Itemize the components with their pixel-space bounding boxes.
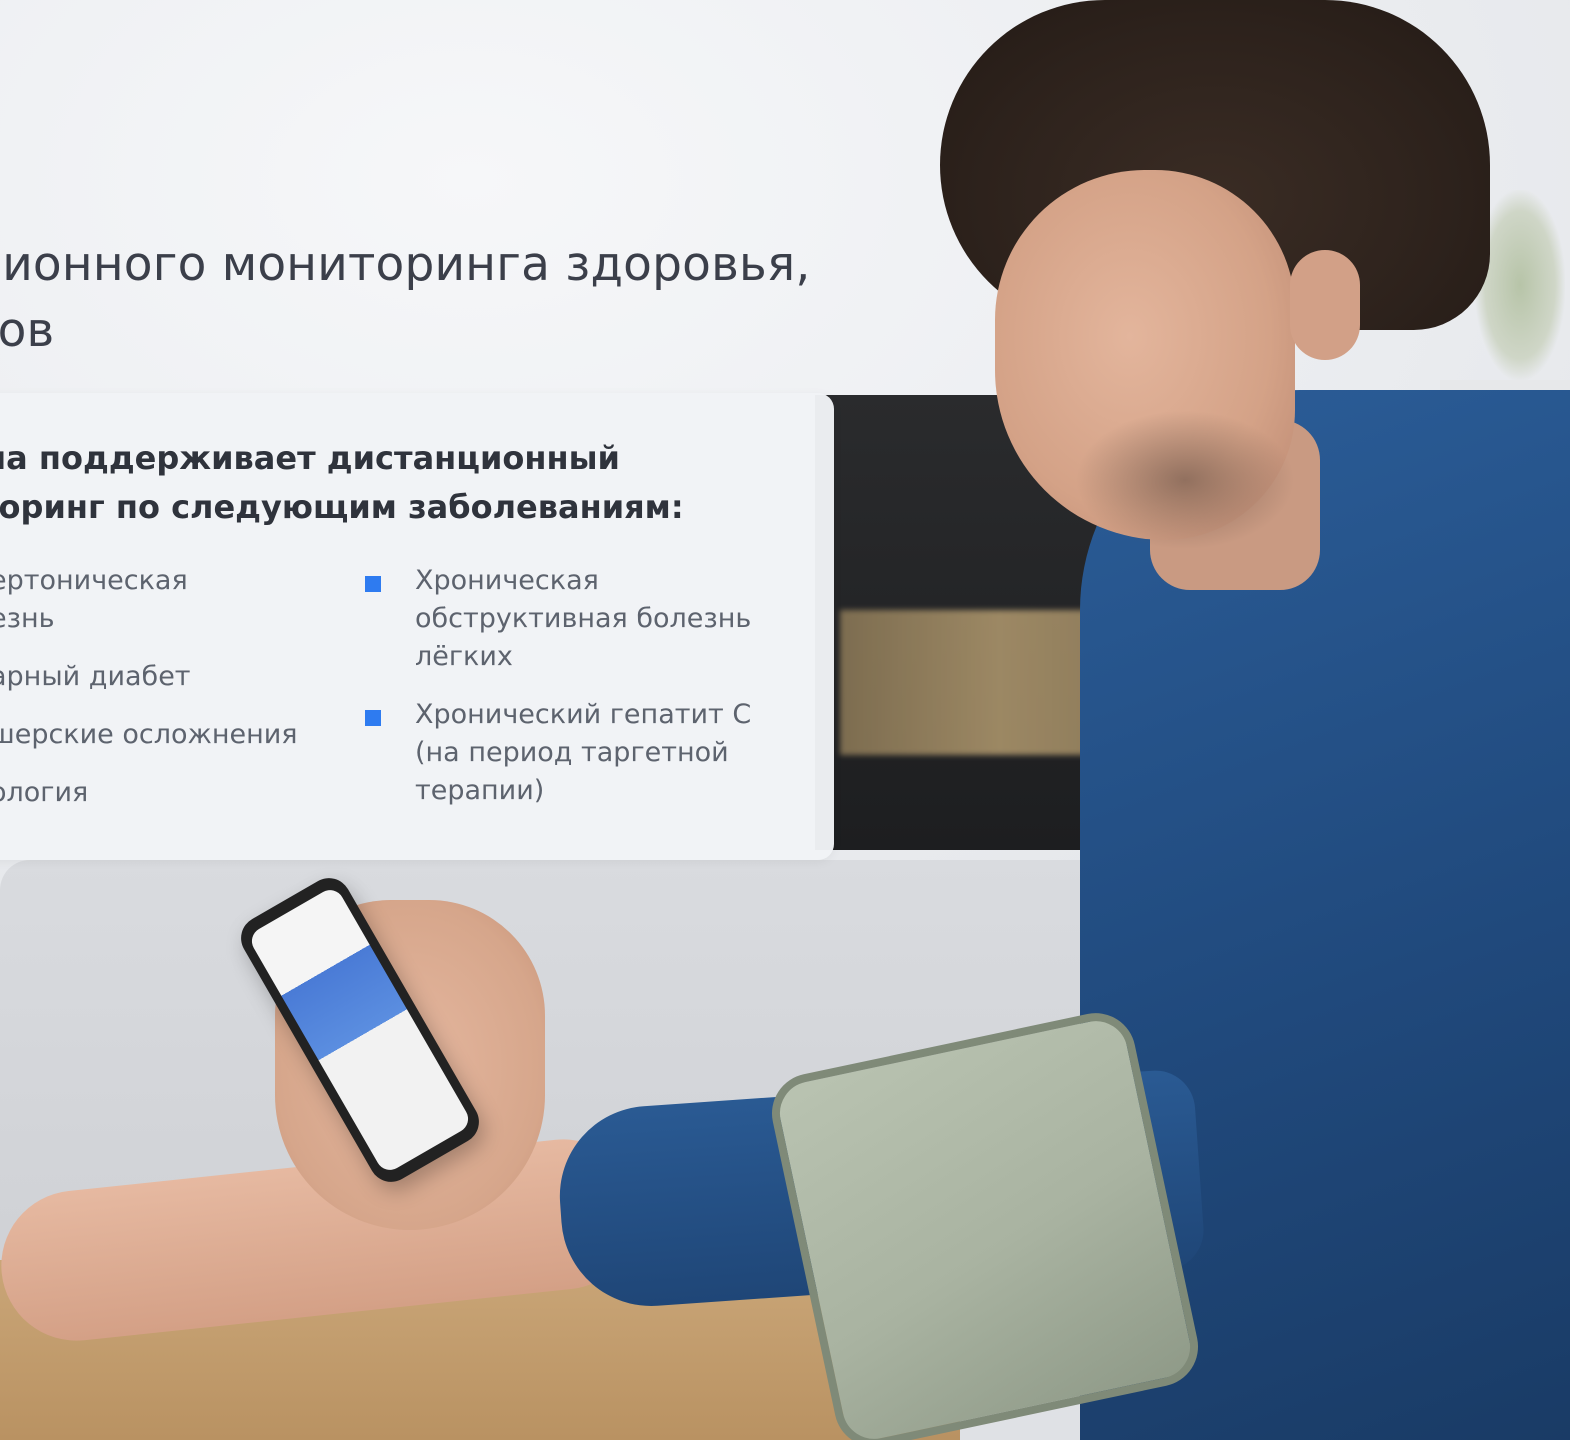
list-item-line: Хронический гепатит С: [415, 699, 752, 730]
list-item-line: лёгких: [415, 641, 513, 672]
list-item: ология: [0, 774, 350, 812]
square-bullet-icon: [365, 710, 381, 726]
list-item: Хроническая обструктивная болезнь лёгких: [365, 562, 805, 676]
card-title: ма поддерживает дистанционный торинг по …: [0, 434, 800, 532]
card-title-line-2: торинг по следующим заболеваниям:: [0, 488, 684, 526]
list-item: Хронический гепатит С (на период таргетн…: [365, 696, 805, 810]
person-beard: [1075, 410, 1295, 550]
list-item-line: терапии): [415, 775, 545, 806]
disease-list-left: ертоническая езнь арный диабет шерские о…: [0, 562, 350, 832]
headline-line-1: ционного мониторинга здоровья,: [0, 237, 811, 292]
list-item-line: шерские осложнения: [0, 719, 298, 750]
list-item-line: обструктивная болезнь: [415, 603, 752, 634]
disease-list-right: Хроническая обструктивная болезнь лёгких…: [365, 562, 805, 830]
list-item: ертоническая езнь: [0, 562, 350, 638]
background-tv-screen: [840, 610, 1105, 755]
card-title-line-1: ма поддерживает дистанционный: [0, 439, 620, 477]
list-item-line: (на период таргетной: [415, 737, 729, 768]
square-bullet-icon: [365, 576, 381, 592]
page: ционного мониторинга здоровья, тов ма по…: [0, 0, 1570, 1440]
person-ear: [1290, 250, 1360, 360]
list-item-line: ология: [0, 777, 89, 808]
headline-line-2: тов: [0, 303, 55, 358]
blood-pressure-cuff: [764, 1005, 1206, 1440]
list-item-line: ертоническая: [0, 565, 188, 596]
page-headline: ционного мониторинга здоровья, тов: [0, 232, 870, 364]
list-item: арный диабет: [0, 658, 350, 696]
list-item-line: арный диабет: [0, 661, 191, 692]
list-item-line: езнь: [0, 603, 55, 634]
list-item: шерские осложнения: [0, 716, 350, 754]
list-item-line: Хроническая: [415, 565, 599, 596]
